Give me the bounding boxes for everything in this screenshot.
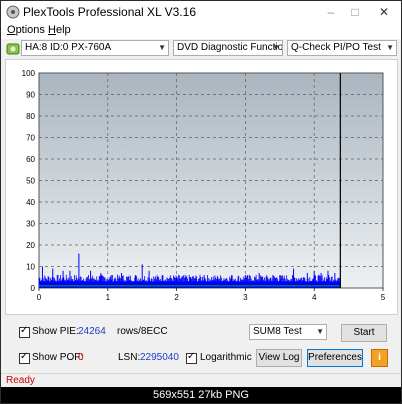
image-caption: 569x551 27kb PNG bbox=[1, 387, 401, 403]
x-tick-label: 0 bbox=[37, 293, 42, 302]
x-tick-label: 4 bbox=[312, 293, 317, 302]
show-pie-checkbox[interactable] bbox=[19, 325, 30, 338]
lsn-value: 2295040 bbox=[140, 352, 179, 363]
y-tick-label: 50 bbox=[26, 177, 35, 186]
plot-area bbox=[38, 72, 384, 289]
y-tick-label: 30 bbox=[26, 220, 35, 229]
rows-label: rows/8ECC bbox=[117, 326, 168, 337]
x-tick-label: 2 bbox=[174, 293, 179, 302]
logarithmic-label: Logarithmic bbox=[200, 352, 252, 363]
menu-options[interactable]: Options bbox=[7, 24, 45, 36]
chevron-down-icon: ▼ bbox=[158, 43, 166, 52]
test-select[interactable]: Q-Check PI/PO Test ▼ bbox=[287, 40, 397, 56]
pof-value: 0 bbox=[78, 352, 84, 363]
y-tick-label: 40 bbox=[26, 198, 35, 207]
x-tick-label: 5 bbox=[381, 293, 386, 302]
drive-icon bbox=[6, 43, 20, 55]
window-title: PlexTools Professional XL V3.16 bbox=[23, 5, 196, 19]
sum-test-value: SUM8 Test bbox=[253, 326, 302, 337]
close-button[interactable]: ✕ bbox=[376, 4, 392, 20]
status-text: Ready bbox=[6, 375, 35, 386]
y-tick-label: 10 bbox=[26, 263, 35, 272]
preferences-button[interactable]: Preferences bbox=[307, 349, 363, 367]
lsn-label: LSN: bbox=[118, 352, 141, 363]
controls-area: Show PIE: 24264 rows/8ECC SUM8 Test ▼ St… bbox=[1, 315, 401, 373]
menu-bar: Options Help bbox=[1, 23, 401, 39]
chevron-down-icon: ▼ bbox=[316, 327, 324, 336]
plextools-app-icon bbox=[6, 5, 20, 19]
chevron-down-icon: ▼ bbox=[272, 43, 280, 52]
drive-select[interactable]: HA:8 ID:0 PX-760A ▼ bbox=[21, 40, 169, 56]
y-tick-label: 20 bbox=[26, 241, 35, 250]
status-bar: Ready bbox=[1, 373, 401, 388]
x-tick-label: 3 bbox=[243, 293, 248, 302]
info-icon: i bbox=[378, 352, 381, 363]
start-button[interactable]: Start bbox=[341, 324, 387, 342]
chevron-down-icon: ▼ bbox=[386, 43, 394, 52]
toolbar: HA:8 ID:0 PX-760A ▼ DVD Diagnostic Funct… bbox=[1, 39, 401, 59]
y-tick-label: 70 bbox=[26, 134, 35, 143]
chart-panel: 100 90 80 70 60 50 40 30 20 10 0 0 1 2 3 4 5 bbox=[5, 59, 398, 315]
y-tick-label: 0 bbox=[31, 284, 36, 293]
drive-select-value: HA:8 ID:0 PX-760A bbox=[25, 42, 112, 53]
title-bar[interactable]: PlexTools Professional XL V3.16 – □ ✕ bbox=[1, 1, 401, 23]
y-tick-label: 100 bbox=[22, 69, 36, 78]
test-select-value: Q-Check PI/PO Test bbox=[291, 42, 381, 53]
sum-test-select[interactable]: SUM8 Test ▼ bbox=[249, 324, 327, 340]
show-pie-label: Show PIE: bbox=[32, 326, 79, 337]
maximize-button[interactable]: □ bbox=[347, 4, 363, 20]
y-tick-label: 90 bbox=[26, 91, 35, 100]
function-select-value: DVD Diagnostic Functions bbox=[177, 42, 283, 53]
show-pof-checkbox[interactable] bbox=[19, 351, 30, 364]
menu-help[interactable]: Help bbox=[48, 24, 71, 36]
y-tick-label: 80 bbox=[26, 112, 35, 121]
pie-value: 24264 bbox=[78, 326, 106, 337]
view-log-button[interactable]: View Log bbox=[256, 349, 302, 367]
show-pof-label: Show POF: bbox=[32, 352, 84, 363]
function-select[interactable]: DVD Diagnostic Functions ▼ bbox=[173, 40, 283, 56]
pi-po-chart: 10090807060504030201000 1 2 3 4 5 bbox=[22, 69, 386, 302]
app-window: PlexTools Professional XL V3.16 – □ ✕ Op… bbox=[0, 0, 402, 404]
minimize-button[interactable]: – bbox=[323, 4, 339, 20]
y-tick-label: 60 bbox=[26, 155, 35, 164]
info-button[interactable]: i bbox=[371, 349, 388, 367]
logarithmic-checkbox[interactable] bbox=[186, 351, 197, 364]
x-tick-label: 1 bbox=[106, 293, 111, 302]
